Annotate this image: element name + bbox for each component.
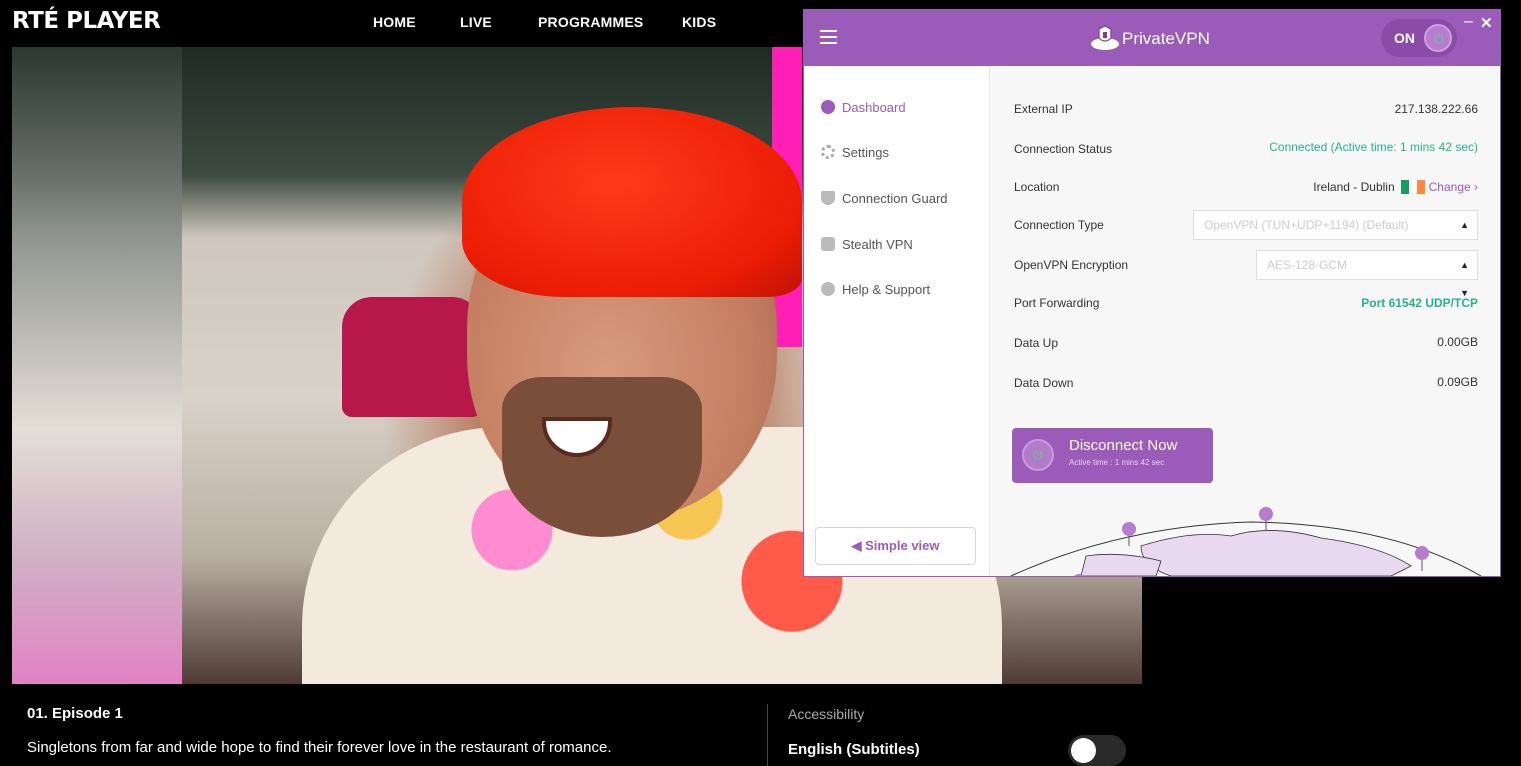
vpn-on-toggle[interactable]: ON ⏻ (1381, 19, 1457, 57)
sidebar-item-help[interactable]: Help & Support (821, 282, 930, 302)
sidebar-item-label: Connection Guard (842, 191, 948, 206)
data-up-label: Data Up (1014, 336, 1059, 350)
server-pin-icon[interactable] (1415, 546, 1429, 571)
dashboard-icon (821, 100, 835, 114)
connection-type-select[interactable]: OpenVPN (TUN+UDP+1194) (Default) ▲▼ (1193, 210, 1478, 258)
nav-live[interactable]: LIVE (460, 14, 492, 30)
toggle-knob (1071, 738, 1096, 763)
video-beard (502, 377, 702, 537)
port-forwarding-label: Port Forwarding (1014, 296, 1100, 310)
menu-icon[interactable] (820, 30, 837, 44)
video-background-left (12, 47, 182, 684)
vpn-brand-name: PrivateVPN (1122, 29, 1210, 48)
video-chair (342, 297, 482, 417)
nav-programmes[interactable]: PROGRAMMES (538, 14, 643, 30)
external-ip-value: 217.138.222.66 (1394, 102, 1478, 116)
close-button[interactable]: ✕ (1480, 14, 1493, 32)
external-ip-label: External IP (1014, 102, 1073, 116)
subtitles-toggle[interactable] (1068, 735, 1126, 766)
data-up-value: 0.00GB (1437, 335, 1478, 349)
encryption-select[interactable]: AES-128-GCM ▲ ▼ (1256, 250, 1478, 298)
privatevpn-window: PrivateVPN ON ⏻ – ✕ Dashboard Settings C… (803, 9, 1501, 577)
disconnect-active-time: Active time : 1 mins 42 sec (1069, 458, 1165, 467)
sidebar-item-settings[interactable]: Settings (821, 145, 889, 165)
power-icon: ⏻ (1022, 439, 1054, 471)
location-value: Ireland - Dublin Change › (1313, 180, 1478, 194)
simple-view-label: Simple view (865, 538, 940, 553)
server-world-map[interactable] (991, 496, 1500, 576)
encryption-label: OpenVPN Encryption (1014, 258, 1129, 272)
gear-icon (821, 145, 835, 159)
shield-icon (821, 191, 835, 205)
episode-description: Singletons from far and wide hope to fin… (27, 739, 612, 756)
nav-kids[interactable]: KIDS (682, 14, 716, 30)
connection-status-value: Connected (Active time: 1 mins 42 sec) (1269, 140, 1478, 154)
connection-type-value: OpenVPN (TUN+UDP+1194) (Default) (1204, 218, 1409, 232)
sidebar-item-label: Help & Support (842, 282, 931, 297)
subtitles-label: English (Subtitles) (788, 741, 920, 758)
simple-view-button[interactable]: ◀ Simple view (815, 527, 976, 565)
rte-player-logo[interactable]: RTÉ PLAYER (12, 8, 161, 34)
connection-status-label: Connection Status (1014, 142, 1113, 156)
change-location-link[interactable]: Change › (1429, 180, 1478, 194)
server-pin-icon[interactable] (1259, 507, 1273, 531)
sidebar-item-connection-guard[interactable]: Connection Guard (821, 191, 948, 211)
accessibility-label: Accessibility (788, 706, 865, 722)
disconnect-button[interactable]: ⏻ Disconnect Now Active time : 1 mins 42… (1012, 428, 1213, 483)
data-down-value: 0.09GB (1437, 375, 1478, 389)
vpn-sidebar: Dashboard Settings Connection Guard Stea… (804, 66, 990, 576)
vpn-header: PrivateVPN ON ⏻ – ✕ (804, 10, 1500, 66)
arrow-left-icon: ◀ (851, 538, 866, 553)
ireland-flag-icon (1400, 180, 1425, 194)
lock-icon (821, 237, 835, 251)
vpn-dashboard: External IP 217.138.222.66 Connection St… (991, 66, 1500, 576)
connection-type-label: Connection Type (1014, 218, 1104, 232)
sidebar-item-label: Settings (842, 145, 889, 160)
sidebar-item-dashboard[interactable]: Dashboard (821, 100, 906, 120)
video-red-hair (462, 107, 802, 297)
location-text: Ireland - Dublin (1313, 180, 1395, 194)
logo-prefix: RTÉ (12, 8, 59, 34)
cloud-shield-icon (1091, 25, 1119, 50)
help-icon (821, 282, 835, 296)
episode-title: 01. Episode 1 (27, 705, 123, 722)
power-icon: ⏻ (1424, 24, 1452, 52)
sidebar-item-stealth-vpn[interactable]: Stealth VPN (821, 237, 913, 257)
on-label: ON (1394, 30, 1415, 46)
sidebar-item-label: Stealth VPN (842, 237, 913, 252)
minimize-button[interactable]: – (1464, 13, 1473, 31)
server-pin-icon[interactable] (1122, 522, 1136, 546)
disconnect-label: Disconnect Now (1069, 437, 1178, 454)
port-forwarding-value: Port 61542 UDP/TCP (1361, 296, 1478, 310)
info-divider (767, 704, 768, 766)
logo-suffix: PLAYER (66, 8, 161, 34)
data-down-label: Data Down (1014, 376, 1074, 390)
sidebar-item-label: Dashboard (842, 100, 906, 115)
encryption-value: AES-128-GCM (1267, 258, 1348, 272)
nav-home[interactable]: HOME (373, 14, 416, 30)
location-label: Location (1014, 180, 1060, 194)
